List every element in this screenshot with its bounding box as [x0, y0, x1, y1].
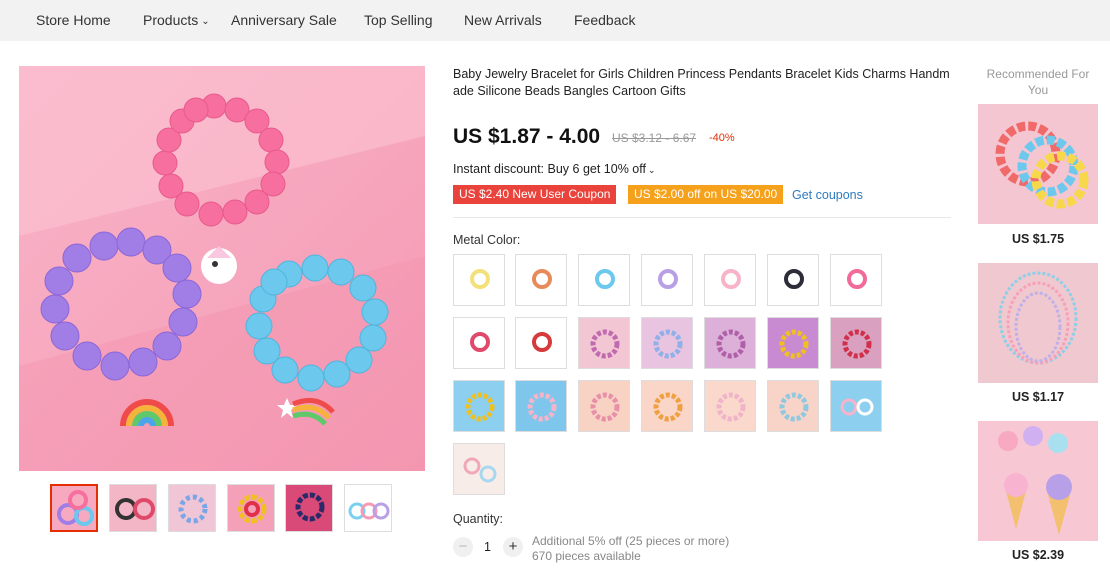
nav-products[interactable]: Products ⌄ [143, 12, 210, 28]
color-swatch-16[interactable] [515, 380, 567, 432]
get-coupons-link[interactable]: Get coupons [792, 188, 863, 202]
color-swatch-1[interactable] [453, 254, 505, 306]
color-swatch-18[interactable] [641, 380, 693, 432]
quantity-increase-button[interactable]: + [503, 537, 523, 557]
main-product-image[interactable] [19, 66, 425, 471]
nav-top-selling[interactable]: Top Selling [364, 12, 433, 28]
quantity-value[interactable]: 1 [484, 540, 491, 554]
color-swatch-10[interactable] [578, 317, 630, 369]
recommended-title: Recommended For You [986, 67, 1090, 97]
color-swatch-21[interactable] [830, 380, 882, 432]
recommended-item-2-price: US $1.17 [1011, 390, 1065, 404]
thumbnail-4[interactable] [227, 484, 275, 532]
store-nav-bar: Store Home Products ⌄ Anniversary Sale To… [0, 0, 1110, 41]
nav-store-home[interactable]: Store Home [36, 12, 111, 28]
color-swatch-11[interactable] [641, 317, 693, 369]
color-swatch-17[interactable] [578, 380, 630, 432]
color-swatch-20[interactable] [767, 380, 819, 432]
nav-products-label: Products [143, 12, 199, 28]
color-swatch-22[interactable] [453, 443, 505, 495]
color-swatch-13[interactable] [767, 317, 819, 369]
color-swatch-6[interactable] [767, 254, 819, 306]
metal-color-label: Metal Color: [453, 233, 521, 247]
new-user-coupon[interactable]: US $2.40 New User Coupon [453, 185, 617, 204]
store-coupon[interactable]: US $2.00 off on US $20.00 [628, 185, 784, 204]
color-swatch-3[interactable] [578, 254, 630, 306]
divider [453, 217, 951, 218]
color-swatch-2[interactable] [515, 254, 567, 306]
recommended-item-3-image[interactable] [978, 421, 1098, 541]
product-photo [19, 66, 425, 471]
color-swatch-14[interactable] [830, 317, 882, 369]
nav-feedback[interactable]: Feedback [574, 12, 635, 28]
color-swatch-12[interactable] [704, 317, 756, 369]
thumbnail-1[interactable] [50, 484, 98, 532]
thumbnail-2[interactable] [109, 484, 157, 532]
instant-discount-label: Instant discount: Buy 6 get 10% off [453, 162, 646, 176]
chevron-down-icon: ⌄ [201, 16, 210, 27]
original-price: US $3.12 - 6.67 [612, 131, 697, 145]
color-swatch-19[interactable] [704, 380, 756, 432]
quantity-info: Additional 5% off (25 pieces or more) 67… [532, 534, 729, 564]
recommended-item-2-image[interactable] [978, 263, 1098, 383]
color-swatch-9[interactable] [515, 317, 567, 369]
color-swatch-5[interactable] [704, 254, 756, 306]
instant-discount[interactable]: Instant discount: Buy 6 get 10% off ⌄ [453, 162, 656, 176]
color-swatch-4[interactable] [641, 254, 693, 306]
nav-new-arrivals[interactable]: New Arrivals [464, 12, 542, 28]
thumbnail-6[interactable] [344, 484, 392, 532]
quantity-decrease-button[interactable]: − [453, 537, 473, 557]
discount-percent: -40% [709, 132, 735, 144]
thumbnail-3[interactable] [168, 484, 216, 532]
nav-anniversary-sale[interactable]: Anniversary Sale [231, 12, 337, 28]
color-swatch-8[interactable] [453, 317, 505, 369]
recommended-item-1-price: US $1.75 [1011, 232, 1065, 246]
recommended-item-1-image[interactable] [978, 104, 1098, 224]
bulk-discount-note: Additional 5% off (25 pieces or more) [532, 534, 730, 548]
color-swatch-7[interactable] [830, 254, 882, 306]
chevron-down-icon: ⌄ [647, 165, 656, 175]
thumbnail-5[interactable] [285, 484, 333, 532]
color-swatch-15[interactable] [453, 380, 505, 432]
current-price: US $1.87 - 4.00 [453, 125, 601, 148]
quantity-label: Quantity: [453, 512, 504, 526]
stock-availability: 670 pieces available [532, 549, 641, 563]
recommended-item-3-price: US $2.39 [1011, 548, 1065, 562]
product-title: Baby Jewelry Bracelet for Girls Children… [453, 67, 950, 98]
